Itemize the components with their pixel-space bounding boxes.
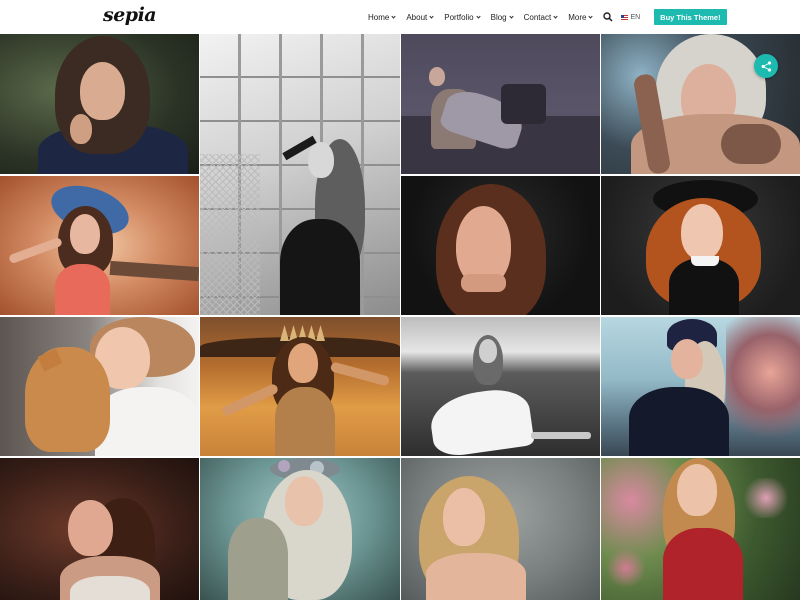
- nav-item-more[interactable]: More: [568, 12, 594, 22]
- site-header: sepia Home About Portfolio Blog Contact …: [0, 0, 800, 34]
- photo-woman-crown-golden-field[interactable]: [200, 317, 400, 456]
- photo-woman-white-dress-field-bw[interactable]: [401, 317, 600, 456]
- nav-item-label: Contact: [523, 12, 552, 22]
- nav-item-label: About: [406, 12, 428, 22]
- nav-item-blog[interactable]: Blog: [490, 12, 514, 22]
- photo-woman-black-white-fence[interactable]: [200, 34, 400, 315]
- photo-woman-blue-hat-autumn[interactable]: [0, 176, 199, 315]
- photo-woman-red-dress-flowers[interactable]: [601, 458, 800, 600]
- site-logo[interactable]: sepia: [103, 4, 157, 26]
- nav-item-contact[interactable]: Contact: [524, 13, 558, 22]
- chevron-down-icon: [509, 14, 514, 19]
- nav-item-label: More: [568, 12, 587, 22]
- flag-icon: [621, 14, 629, 20]
- photo-woman-brown-hair-dark[interactable]: [401, 176, 600, 315]
- share-icon: [761, 60, 771, 72]
- photo-redhead-woman-black-hat[interactable]: [601, 176, 800, 315]
- photo-blonde-woman-grey-background[interactable]: [401, 458, 600, 600]
- buy-theme-button[interactable]: Buy This Theme!: [654, 9, 727, 25]
- chevron-down-icon: [391, 14, 396, 19]
- main-nav: Home About Portfolio Blog Contact More E…: [368, 0, 727, 34]
- photo-woman-dark-hair-green-background[interactable]: [0, 34, 199, 174]
- photo-woman-flower-crown[interactable]: [200, 458, 400, 600]
- nav-item-portfolio[interactable]: Portfolio: [444, 12, 481, 22]
- chevron-down-icon: [475, 14, 481, 19]
- nav-item-about[interactable]: About: [406, 12, 434, 22]
- language-switcher[interactable]: EN: [621, 14, 640, 21]
- nav-item-label: Portfolio: [444, 12, 474, 22]
- photo-woman-profile-brown[interactable]: [0, 458, 199, 600]
- chevron-down-icon: [429, 14, 434, 19]
- photo-woman-on-chair-dark-room[interactable]: [401, 34, 600, 174]
- language-label: EN: [630, 13, 641, 21]
- photo-woman-with-cat[interactable]: [0, 317, 199, 456]
- photo-woman-beanie-street[interactable]: [601, 317, 800, 456]
- chevron-down-icon: [588, 14, 594, 19]
- search-icon[interactable]: [603, 12, 613, 22]
- photo-gallery: [0, 34, 800, 600]
- nav-item-label: Blog: [490, 12, 507, 22]
- nav-item-home[interactable]: Home: [368, 12, 396, 22]
- nav-item-label: Home: [368, 12, 390, 22]
- chevron-down-icon: [553, 14, 558, 19]
- share-button[interactable]: [754, 54, 778, 78]
